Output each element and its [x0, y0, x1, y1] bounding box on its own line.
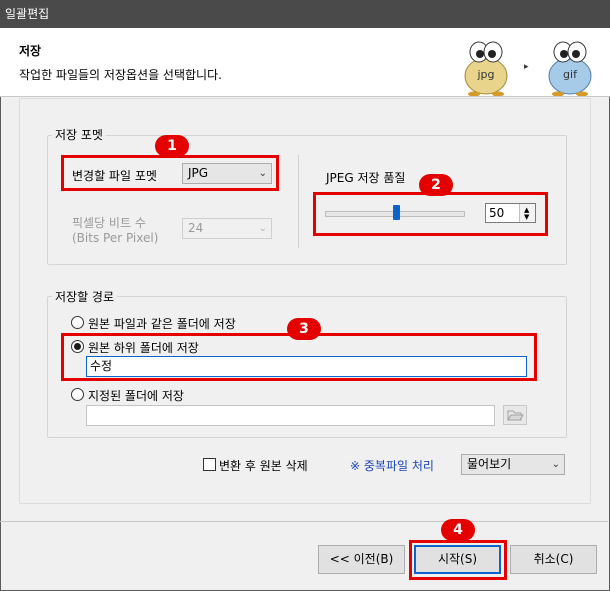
wizard-header [0, 28, 610, 97]
bpp-label: 픽셀당 비트 수 [72, 216, 146, 230]
radio-custom-folder[interactable] [71, 388, 84, 401]
quality-slider-thumb[interactable] [392, 205, 400, 220]
delete-original-checkbox[interactable] [203, 458, 216, 471]
start-button-label: 시작(S) [437, 552, 478, 566]
custom-folder-input[interactable] [86, 405, 495, 426]
jpg-mascot-icon: jpg [460, 38, 512, 97]
radio-same-folder[interactable] [71, 316, 84, 329]
bpp-select: 24 ⌄ [182, 218, 272, 239]
radio-same-folder-label[interactable]: 원본 파일과 같은 폴더에 저장 [88, 315, 236, 332]
radio-subfolder-label[interactable]: 원본 하위 폴더에 저장 [88, 339, 199, 356]
spin-down-icon[interactable]: ▼ [524, 213, 529, 221]
mascot-to-format: gif [563, 68, 578, 81]
format-select-value: JPG [188, 166, 209, 180]
save-format-group-label: 저장 포멧 [52, 126, 106, 143]
quality-value: 50 [489, 206, 505, 220]
radio-subfolder[interactable] [71, 340, 84, 353]
duplicate-handling-label: ※ 중복파일 처리 [350, 459, 434, 473]
browse-folder-button[interactable] [503, 405, 527, 425]
prev-button[interactable]: << 이전(B) [318, 545, 405, 574]
duplicate-handling-select[interactable]: 물어보기 ⌄ [461, 454, 565, 475]
duplicate-handling-value: 물어보기 [467, 457, 512, 471]
format-select[interactable]: JPG ⌄ [182, 163, 272, 184]
save-path-group-label: 저장할 경로 [52, 288, 118, 305]
annotation-badge-2: 2 [419, 174, 453, 196]
chevron-down-icon: ⌄ [258, 168, 267, 179]
start-button[interactable]: 시작(S) [414, 545, 501, 574]
bpp-select-value: 24 [188, 221, 204, 235]
window-title-bar: 일괄편집 [0, 0, 610, 28]
subfolder-name-input[interactable]: 수정 [86, 356, 527, 377]
jpeg-quality-label: JPEG 저장 품질 [326, 171, 406, 185]
format-label: 변경할 파일 포멧 [72, 169, 157, 183]
page-title: 저장 [19, 44, 42, 58]
chevron-down-icon: ⌄ [258, 223, 267, 234]
annotation-badge-1: 1 [155, 135, 189, 157]
cancel-button[interactable]: 취소(C) [510, 545, 597, 574]
annotation-badge-4: 4 [441, 519, 475, 541]
chevron-down-icon: ⌄ [551, 459, 560, 470]
bpp-label-english: (Bits Per Pixel) [72, 231, 159, 245]
delete-original-label[interactable]: 변환 후 원본 삭제 [219, 457, 308, 474]
folder-open-icon [507, 410, 524, 421]
subfolder-name-value: 수정 [90, 359, 113, 373]
annotation-badge-3: 3 [287, 318, 321, 340]
prev-button-label: << 이전(B) [329, 552, 394, 566]
window-title: 일괄편집 [5, 7, 50, 21]
group-divider [298, 155, 299, 248]
gif-mascot-icon: gif [544, 38, 596, 97]
radio-custom-folder-label[interactable]: 지정된 폴더에 저장 [88, 387, 184, 404]
arrow-right-icon: ▸ [524, 62, 529, 72]
quality-spin-buttons[interactable]: ▲ ▼ [519, 204, 535, 222]
page-subtitle: 작업한 파일들의 저장옵션을 선택합니다. [19, 68, 222, 82]
cancel-button-label: 취소(C) [533, 552, 574, 566]
mascot-from-format: jpg [476, 68, 494, 81]
bottom-separator [0, 521, 608, 522]
